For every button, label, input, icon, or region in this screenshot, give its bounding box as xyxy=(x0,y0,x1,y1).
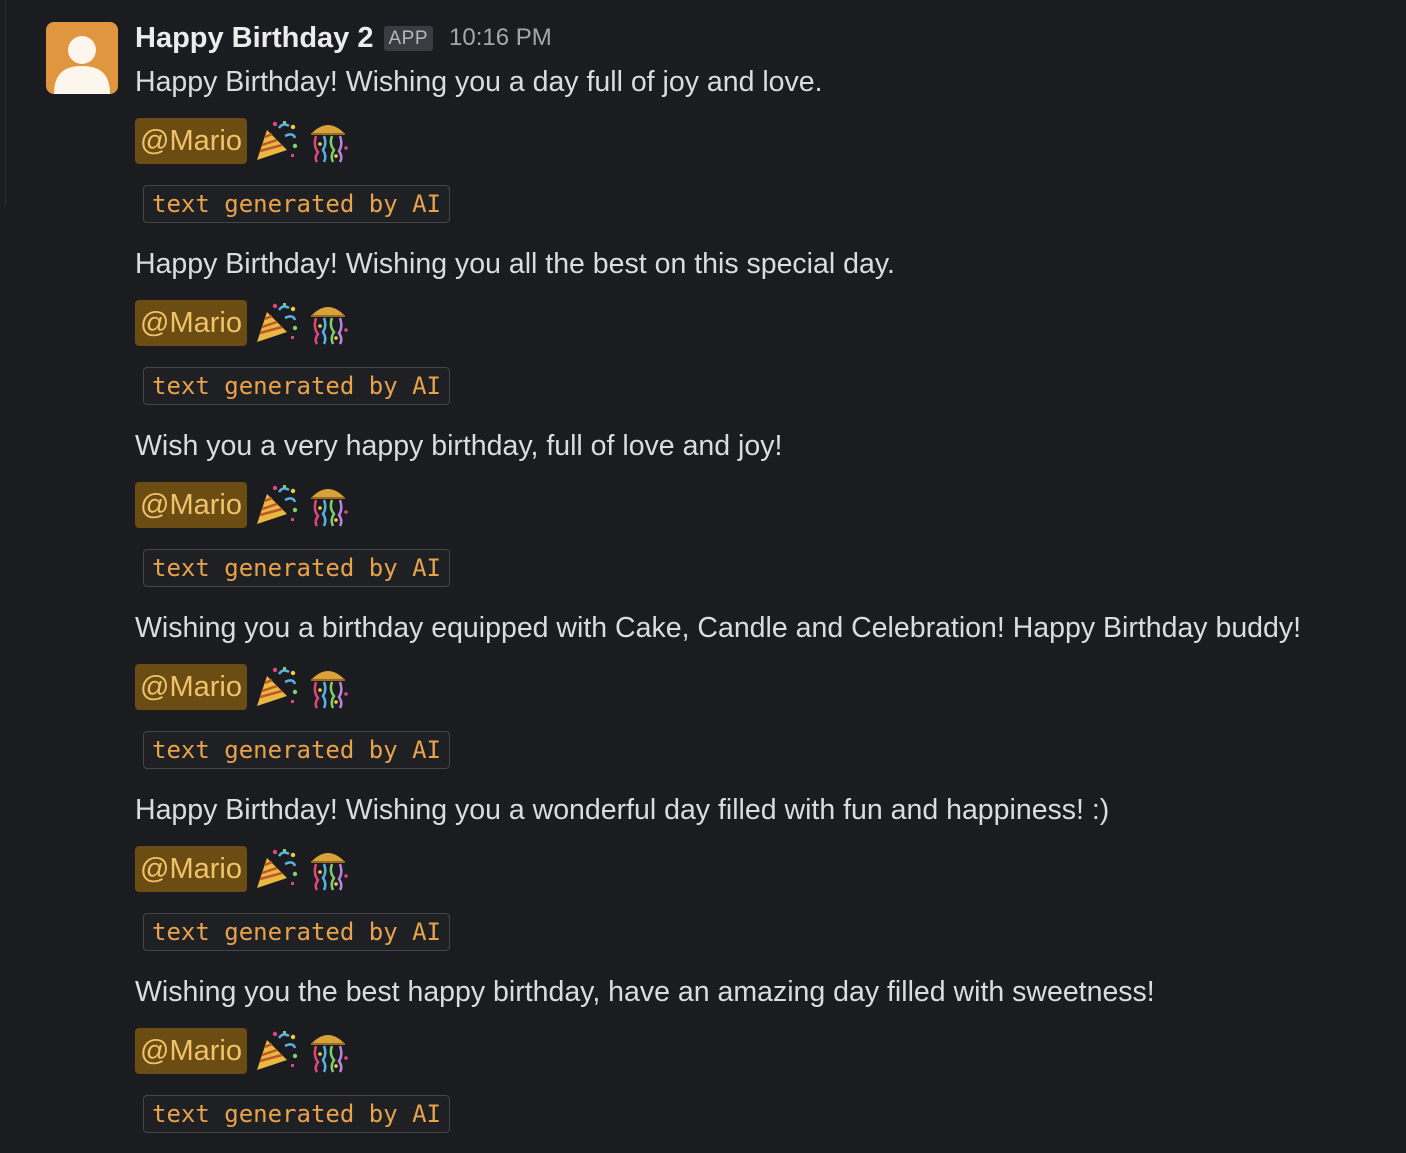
user-mention[interactable]: @Mario xyxy=(135,300,247,346)
message-timestamp[interactable]: 10:16 PM xyxy=(449,24,552,52)
ai-generated-tag: text generated by AI xyxy=(143,549,450,587)
party-popper-icon xyxy=(253,482,299,528)
message-body: Happy Birthday! Wishing you a day full o… xyxy=(135,61,1395,1153)
ai-generated-tag: text generated by AI xyxy=(143,1095,450,1133)
mention-row: @Mario xyxy=(135,299,351,347)
user-mention[interactable]: @Mario xyxy=(135,482,247,528)
party-popper-icon xyxy=(253,846,299,892)
party-popper-icon xyxy=(253,118,299,164)
greeting-text: Wishing you the best happy birthday, hav… xyxy=(135,976,1155,1008)
greeting-entry: Happy Birthday! Wishing you a day full o… xyxy=(135,61,1395,243)
user-mention[interactable]: @Mario xyxy=(135,118,247,164)
sender-name[interactable]: Happy Birthday 2 xyxy=(135,22,374,55)
ai-generated-tag: text generated by AI xyxy=(143,913,450,951)
mention-row: @Mario xyxy=(135,663,351,711)
confetti-ball-icon xyxy=(305,300,351,346)
thread-edge-divider xyxy=(0,0,6,206)
greeting-entry: Happy Birthday! Wishing you all the best… xyxy=(135,243,1395,425)
greeting-entry: Happy Birthday! Wishing you a wonderful … xyxy=(135,789,1395,971)
greeting-text: Happy Birthday! Wishing you all the best… xyxy=(135,248,895,280)
user-mention[interactable]: @Mario xyxy=(135,1028,247,1074)
ai-generated-tag: text generated by AI xyxy=(143,185,450,223)
user-mention[interactable]: @Mario xyxy=(135,846,247,892)
message-header: Happy Birthday 2 APP 10:16 PM xyxy=(135,18,552,58)
ai-generated-tag: text generated by AI xyxy=(143,731,450,769)
party-popper-icon xyxy=(253,664,299,710)
confetti-ball-icon xyxy=(305,118,351,164)
confetti-ball-icon xyxy=(305,1028,351,1074)
avatar[interactable] xyxy=(46,22,118,94)
confetti-ball-icon xyxy=(305,664,351,710)
greeting-text: Wishing you a birthday equipped with Cak… xyxy=(135,612,1302,644)
confetti-ball-icon xyxy=(305,846,351,892)
party-popper-icon xyxy=(253,300,299,346)
greeting-text: Happy Birthday! Wishing you a wonderful … xyxy=(135,794,1110,826)
user-mention[interactable]: @Mario xyxy=(135,664,247,710)
greeting-entry: Wishing you a birthday equipped with Cak… xyxy=(135,607,1395,789)
greeting-entry: Wishing you the best happy birthday, hav… xyxy=(135,971,1395,1153)
greeting-text: Happy Birthday! Wishing you a day full o… xyxy=(135,66,823,98)
greeting-text: Wish you a very happy birthday, full of … xyxy=(135,430,783,462)
ai-generated-tag: text generated by AI xyxy=(143,367,450,405)
confetti-ball-icon xyxy=(305,482,351,528)
mention-row: @Mario xyxy=(135,481,351,529)
mention-row: @Mario xyxy=(135,117,351,165)
greeting-entry: Wish you a very happy birthday, full of … xyxy=(135,425,1395,607)
party-popper-icon xyxy=(253,1028,299,1074)
mention-row: @Mario xyxy=(135,845,351,893)
user-silhouette-icon xyxy=(54,36,110,94)
mention-row: @Mario xyxy=(135,1027,351,1075)
app-badge: APP xyxy=(383,25,434,51)
